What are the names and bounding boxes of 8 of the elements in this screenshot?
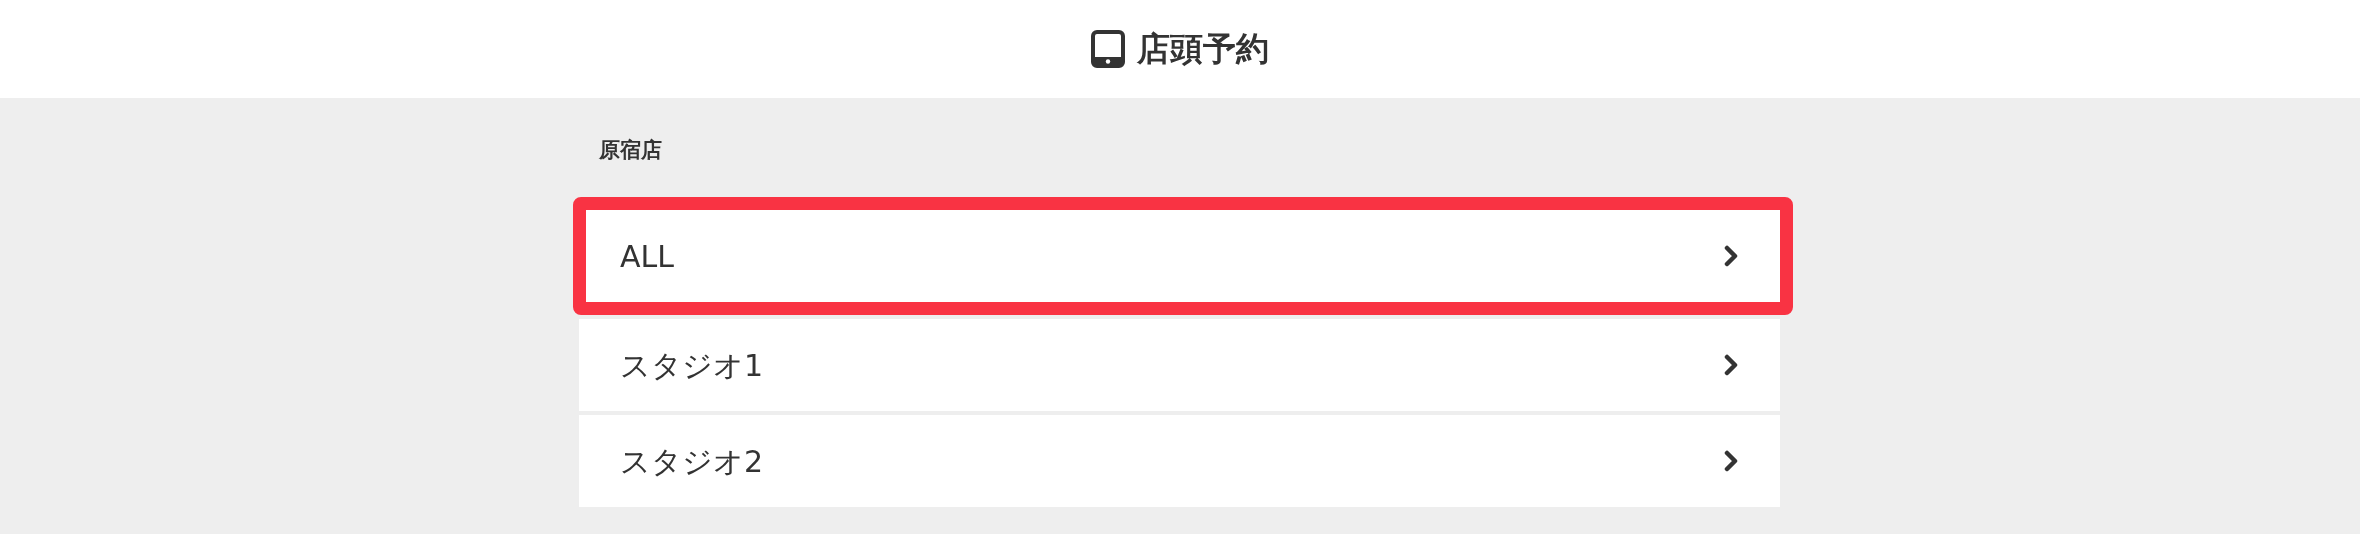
chevron-right-icon [1724, 450, 1738, 472]
list-item[interactable]: スタジオ1 [579, 319, 1780, 411]
list-item[interactable]: スタジオ2 [579, 415, 1780, 507]
tablet-icon [1091, 30, 1125, 68]
page-title: 店頭予約 [1137, 28, 1269, 71]
section-label: 原宿店 [598, 137, 663, 164]
chevron-right-icon [1724, 245, 1738, 267]
chevron-right-icon [1724, 354, 1738, 376]
